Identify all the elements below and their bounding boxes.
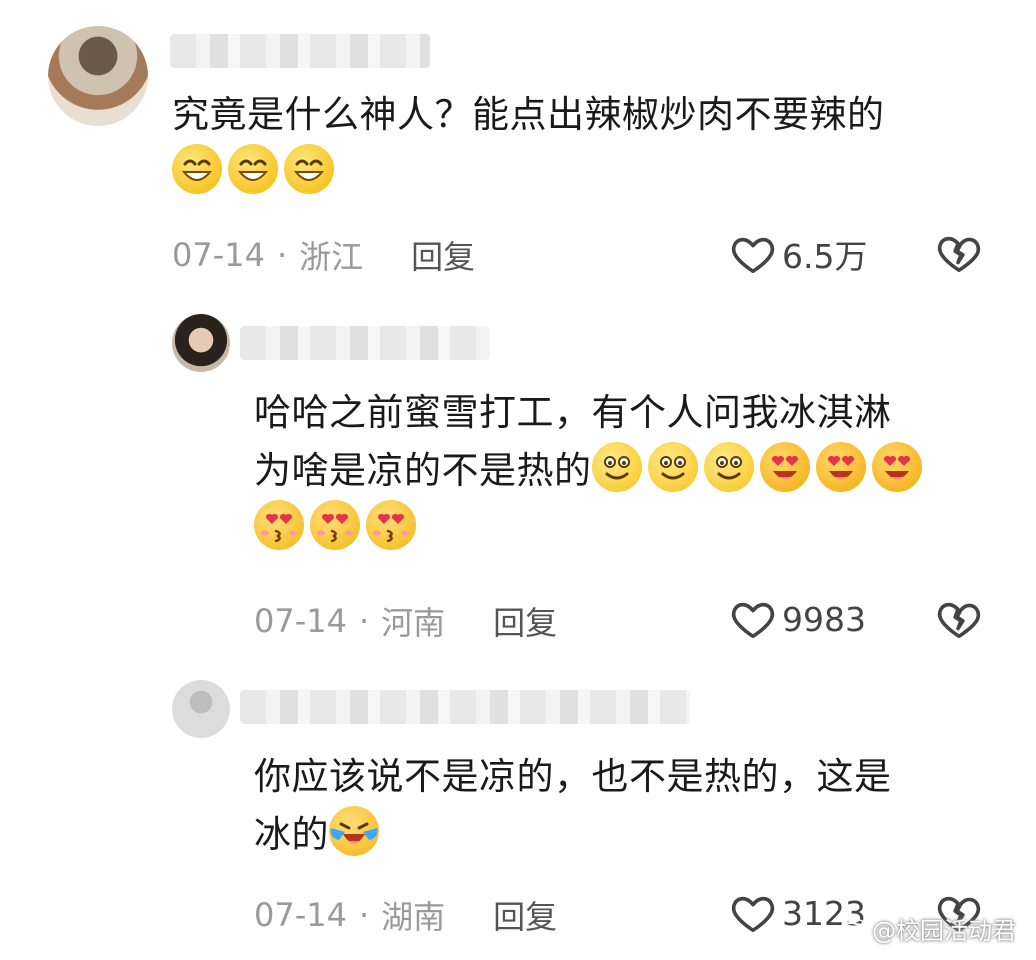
reply-button[interactable]: 回复 <box>493 598 557 644</box>
comment-meta: 07-14 · 浙江 回复 <box>172 232 475 278</box>
heart-outline-icon <box>730 596 776 642</box>
weibo-logo-icon <box>839 918 866 940</box>
comment-location: 河南 <box>381 604 446 642</box>
meta-separator: · <box>276 236 288 274</box>
meta-separator: · <box>358 602 370 640</box>
like-count: 9983 <box>782 599 866 639</box>
reply-button[interactable]: 回复 <box>493 892 557 938</box>
meta-separator: · <box>358 896 370 934</box>
smile-emoji-icon <box>703 442 754 492</box>
comment-text-line-2-text: 为啥是凉的不是热的 <box>254 449 592 492</box>
heart-outline-icon <box>730 890 776 936</box>
comment-meta: 07-14 · 湖南 回复 <box>254 892 557 938</box>
comment-text-line-1: 究竟是什么神人？能点出辣椒炒肉不要辣的 <box>172 93 885 136</box>
comment-text: 你应该说不是凉的，也不是热的，这是 冰的 <box>254 748 1014 864</box>
grin-emoji-icon <box>228 144 278 194</box>
username-blurred[interactable] <box>240 690 690 724</box>
heart-eyes-emoji-icon <box>759 442 810 492</box>
avatar[interactable] <box>48 26 148 126</box>
username-blurred[interactable] <box>170 34 430 68</box>
heart-eyes-emoji-icon <box>871 442 922 492</box>
comment-1: 究竟是什么神人？能点出辣椒炒肉不要辣的 07-14 · 浙江 回复 6.5万 <box>0 0 1036 290</box>
avatar[interactable] <box>172 314 230 372</box>
comment-text-line-1: 你应该说不是凉的，也不是热的，这是 <box>254 755 892 798</box>
comment-location: 湖南 <box>381 898 446 936</box>
emoji-row <box>172 144 1012 202</box>
comment-date: 07-14 <box>172 236 265 274</box>
smile-emoji-icon <box>591 442 642 492</box>
comment-text-line-2: 冰的 <box>254 806 1014 864</box>
watermark-handle: @校园活动君 <box>872 917 1016 945</box>
emoji-row <box>254 500 1014 558</box>
smile-emoji-icon <box>647 442 698 492</box>
reply-button[interactable]: 回复 <box>411 232 475 278</box>
comment-text-line-2-text: 冰的 <box>254 813 329 856</box>
comment-location: 浙江 <box>299 238 364 276</box>
comment-text: 哈哈之前蜜雪打工，有个人问我冰淇淋 为啥是凉的不是热的 <box>254 384 1014 558</box>
like-button[interactable]: 9983 <box>730 596 866 642</box>
laughing-tears-emoji-icon <box>329 806 379 856</box>
kiss-heart-eyes-emoji-icon <box>366 500 416 550</box>
dislike-button[interactable] <box>936 596 982 646</box>
grin-emoji-icon <box>172 144 222 194</box>
watermark: @校园活动君 <box>838 911 1016 946</box>
heart-outline-icon <box>730 231 776 277</box>
avatar[interactable] <box>172 680 230 738</box>
dislike-button[interactable] <box>936 230 982 280</box>
username-blurred[interactable] <box>240 326 490 360</box>
comment-text: 究竟是什么神人？能点出辣椒炒肉不要辣的 <box>172 86 1012 202</box>
kiss-heart-eyes-emoji-icon <box>310 500 360 550</box>
grin-emoji-icon <box>284 144 334 194</box>
broken-heart-icon <box>936 230 982 276</box>
like-button[interactable]: 6.5万 <box>730 230 867 278</box>
comment-meta: 07-14 · 河南 回复 <box>254 598 557 644</box>
comment-text-line-2: 为啥是凉的不是热的 <box>254 442 1014 500</box>
heart-eyes-emoji-icon <box>815 442 866 492</box>
comment-date: 07-14 <box>254 896 347 934</box>
comment-text-line-1: 哈哈之前蜜雪打工，有个人问我冰淇淋 <box>254 391 892 434</box>
kiss-heart-eyes-emoji-icon <box>254 500 304 550</box>
like-count: 6.5万 <box>782 237 868 276</box>
comment-2: 哈哈之前蜜雪打工，有个人问我冰淇淋 为啥是凉的不是热的 07-14 · 河南 回… <box>0 290 1036 660</box>
broken-heart-icon <box>936 596 982 642</box>
comment-date: 07-14 <box>254 602 347 640</box>
